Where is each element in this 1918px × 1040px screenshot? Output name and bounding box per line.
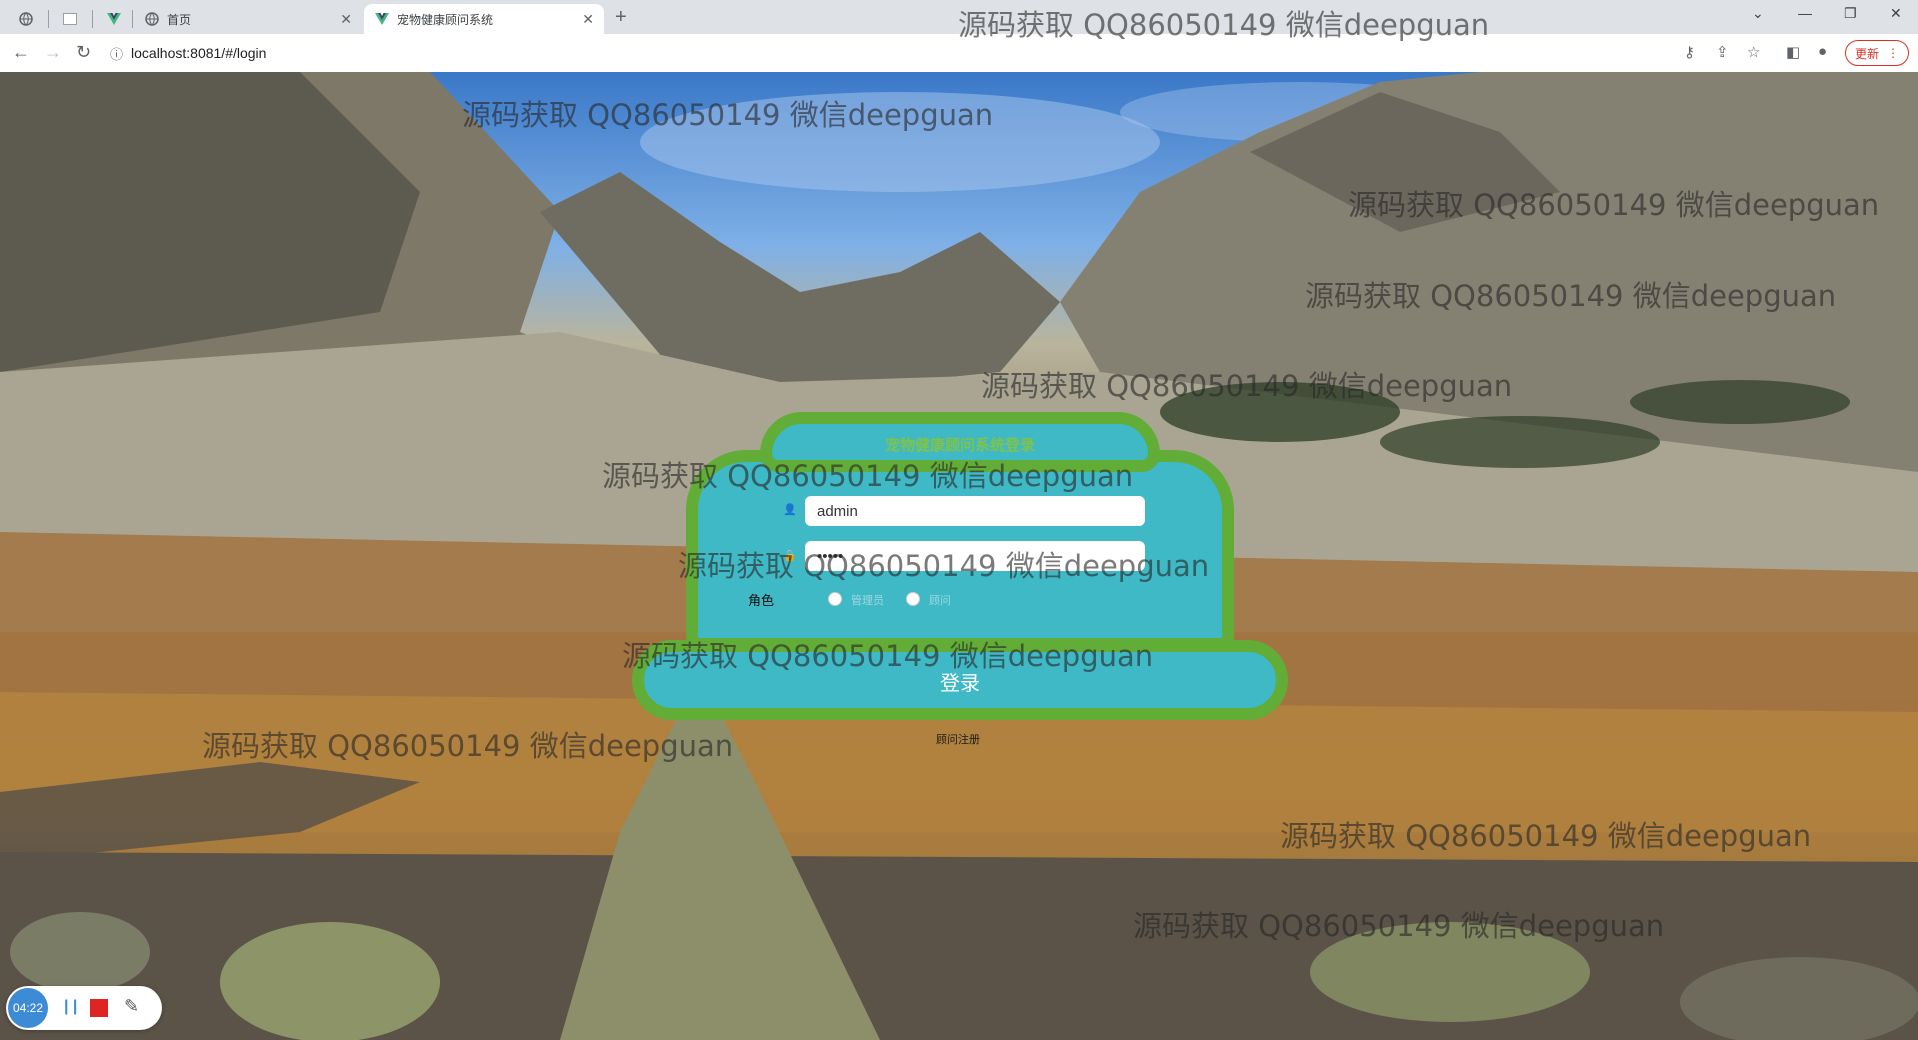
screen-recorder-widget: 04:22 | | ✎: [6, 986, 162, 1030]
side-panel-icon[interactable]: ◧: [1786, 43, 1800, 61]
login-button[interactable]: 登录: [660, 656, 1260, 706]
login-title: 宠物健康顾问系统登录: [884, 437, 1035, 454]
vue-icon: [374, 12, 389, 27]
address-bar[interactable]: ⓘ localhost:8081/#/login: [110, 39, 1660, 67]
tab-label: 首页: [167, 12, 192, 27]
globe-icon: [18, 12, 33, 27]
close-icon[interactable]: ✕: [340, 11, 352, 28]
tab-pet-health[interactable]: 宠物健康顾问系统 ✕: [364, 4, 604, 34]
globe-icon: [144, 12, 159, 27]
share-icon[interactable]: ⇪: [1716, 43, 1729, 61]
reload-icon[interactable]: ↻: [76, 42, 91, 63]
tab-pinned-2[interactable]: [52, 4, 92, 34]
restore-button[interactable]: ❐: [1844, 5, 1857, 22]
info-icon[interactable]: ⓘ: [110, 44, 123, 63]
new-tab-button[interactable]: +: [615, 6, 627, 29]
stop-icon[interactable]: [90, 999, 108, 1017]
password-input[interactable]: [805, 541, 1145, 571]
minimize-button[interactable]: —: [1798, 5, 1812, 21]
url-text: localhost:8081/#/login: [131, 45, 267, 61]
role-option-admin: 管理员: [851, 595, 884, 607]
consultant-register-link[interactable]: 顾问注册: [936, 731, 980, 747]
close-window-button[interactable]: ✕: [1890, 5, 1902, 22]
vue-icon: [106, 12, 121, 27]
lock-icon: 🔒: [783, 550, 797, 562]
tab-label: 宠物健康顾问系统: [397, 12, 494, 27]
tab-pinned-3[interactable]: [96, 4, 132, 34]
close-icon[interactable]: ✕: [582, 11, 594, 28]
more-menu-icon[interactable]: ⋮: [1887, 46, 1899, 60]
role-option-consultant: 顾问: [929, 595, 951, 607]
browser-toolbar: ← → ↻ ⓘ localhost:8081/#/login ⚷ ⇪ ☆ ◧ ●…: [0, 34, 1918, 73]
role-radio-consultant[interactable]: [906, 592, 920, 606]
update-label: 更新: [1854, 46, 1879, 61]
recording-timer: 04:22: [8, 988, 48, 1028]
tab-home[interactable]: 首页 ✕: [134, 4, 362, 34]
pen-icon[interactable]: ✎: [124, 996, 139, 1017]
back-arrow-icon[interactable]: ←: [12, 42, 30, 63]
role-label: 角色: [748, 593, 775, 608]
profile-icon[interactable]: ●: [1818, 43, 1827, 60]
tab-search-icon[interactable]: ⌄: [1752, 5, 1764, 22]
username-input[interactable]: [805, 496, 1145, 526]
key-icon[interactable]: ⚷: [1684, 43, 1695, 61]
user-icon: 👤: [783, 504, 797, 516]
tab-pinned-1[interactable]: [8, 4, 48, 34]
tab-strip: 首页 ✕ 宠物健康顾问系统 ✕ + ⌄ — ❐ ✕: [0, 0, 1918, 34]
pause-icon[interactable]: | |: [64, 998, 77, 1016]
blank-page-icon: [62, 12, 77, 27]
forward-arrow-icon[interactable]: →: [44, 42, 62, 63]
update-button[interactable]: 更新 ⋮: [1845, 40, 1909, 66]
role-radio-admin[interactable]: [828, 592, 842, 606]
bookmark-star-icon[interactable]: ☆: [1747, 43, 1760, 61]
